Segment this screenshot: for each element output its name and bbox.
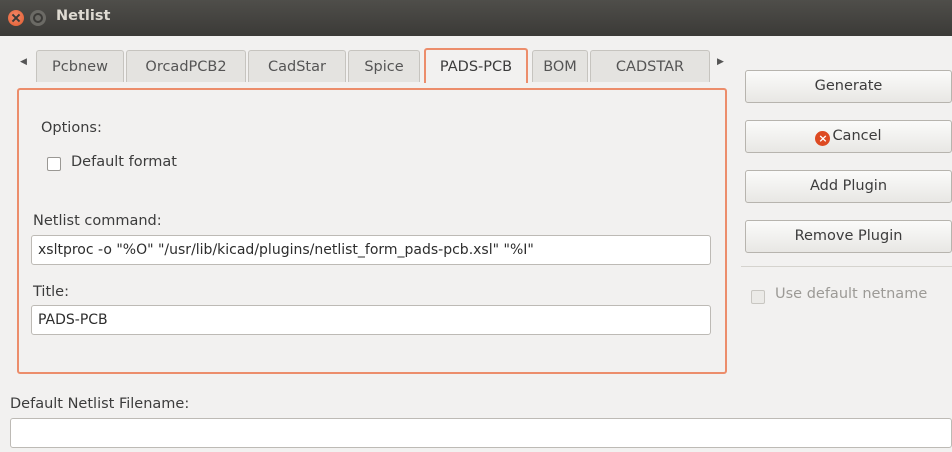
pads-pcb-panel: Options: Default format Netlist command:… [17,88,727,374]
minimize-window-icon[interactable] [30,10,46,26]
tab-spice[interactable]: Spice [348,50,420,82]
default-format-checkbox[interactable] [47,157,61,171]
window-title: Netlist [56,8,111,24]
tab-scroll-right-icon[interactable]: ▶ [717,57,724,67]
generate-button[interactable]: Generate [745,70,952,103]
tab-cadstar[interactable]: CadStar [248,50,346,82]
tab-pcbnew[interactable]: Pcbnew [36,50,124,82]
add-plugin-label: Add Plugin [809,178,888,194]
title-input[interactable]: PADS-PCB [31,305,711,335]
cancel-button[interactable]: × Cancel [745,120,952,153]
tab-scroll-left-icon[interactable]: ◀ [20,57,27,67]
use-default-netname-label: Use default netname [775,286,928,302]
options-label: Options: [41,120,102,136]
netlist-command-input[interactable]: xsltproc -o "%O" "/usr/lib/kicad/plugins… [31,235,711,265]
use-default-netname-checkbox[interactable] [751,290,765,304]
cancel-label: Cancel [832,128,882,144]
netlist-command-label: Netlist command: [33,213,162,229]
tab-cadstar-upper[interactable]: CADSTAR [590,50,710,82]
close-window-icon[interactable] [8,10,24,26]
default-filename-input[interactable] [10,418,952,448]
tab-pads-pcb[interactable]: PADS-PCB [424,48,528,83]
default-format-label: Default format [71,154,177,170]
remove-plugin-label: Remove Plugin [794,228,903,244]
tab-orcadpcb2[interactable]: OrcadPCB2 [126,50,246,82]
tab-bom[interactable]: BOM [532,50,588,82]
cancel-icon: × [815,131,831,146]
generate-label: Generate [814,78,883,94]
default-filename-label: Default Netlist Filename: [10,396,190,412]
title-label: Title: [33,284,69,300]
title-bar: Netlist [0,0,952,36]
remove-plugin-button[interactable]: Remove Plugin [745,220,952,253]
separator [741,266,952,267]
add-plugin-button[interactable]: Add Plugin [745,170,952,203]
